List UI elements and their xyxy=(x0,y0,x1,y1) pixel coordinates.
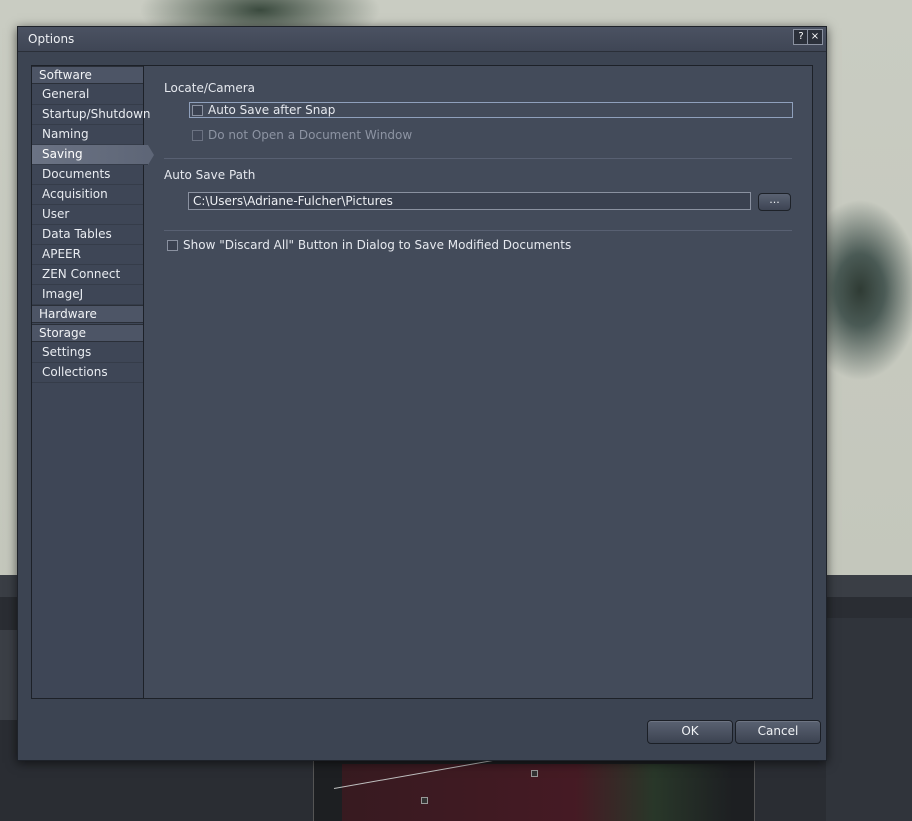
histogram-node xyxy=(421,797,428,804)
dialog-titlebar[interactable]: Options ? × xyxy=(18,27,826,52)
category-hardware[interactable]: Hardware xyxy=(32,305,143,323)
sidebar-item-saving[interactable]: Saving xyxy=(32,145,154,165)
do-not-open-document-label: Do not Open a Document Window xyxy=(208,128,413,142)
category-storage[interactable]: Storage xyxy=(32,324,143,342)
auto-save-path-input[interactable] xyxy=(188,192,751,210)
do-not-open-document-checkbox xyxy=(192,130,203,141)
options-sidebar: Software General Startup/Shutdown Naming… xyxy=(32,66,154,698)
sidebar-item-general[interactable]: General xyxy=(32,85,143,105)
sidebar-item-collections[interactable]: Collections xyxy=(32,363,143,383)
locate-camera-heading: Locate/Camera xyxy=(164,81,255,95)
background-left-panel xyxy=(0,630,18,720)
sidebar-item-zen-connect[interactable]: ZEN Connect xyxy=(32,265,143,285)
discard-all-label[interactable]: Show "Discard All" Button in Dialog to S… xyxy=(183,237,571,253)
sidebar-item-naming[interactable]: Naming xyxy=(32,125,143,145)
auto-save-after-snap-checkbox[interactable] xyxy=(192,105,203,116)
cancel-button[interactable]: Cancel xyxy=(735,720,821,744)
ok-button[interactable]: OK xyxy=(647,720,733,744)
saving-panel: Locate/Camera Auto Save after Snap Do no… xyxy=(144,66,812,698)
discard-all-checkbox[interactable] xyxy=(167,240,178,251)
category-software[interactable]: Software xyxy=(32,66,143,84)
histogram-node xyxy=(531,770,538,777)
sidebar-item-apeer[interactable]: APEER xyxy=(32,245,143,265)
separator xyxy=(164,230,792,231)
background-right-panel xyxy=(826,618,912,821)
background-histogram xyxy=(313,735,755,821)
close-button[interactable]: × xyxy=(807,29,823,45)
options-content: Software General Startup/Shutdown Naming… xyxy=(31,65,813,699)
sidebar-item-settings[interactable]: Settings xyxy=(32,343,143,363)
auto-save-path-heading: Auto Save Path xyxy=(164,168,256,182)
sidebar-item-startup-shutdown[interactable]: Startup/Shutdown xyxy=(32,105,151,125)
sidebar-item-imagej[interactable]: ImageJ xyxy=(32,285,143,305)
sidebar-item-acquisition[interactable]: Acquisition xyxy=(32,185,143,205)
sidebar-item-documents[interactable]: Documents xyxy=(32,165,143,185)
options-dialog: Options ? × Software General Startup/Shu… xyxy=(17,26,827,761)
auto-save-after-snap-label[interactable]: Auto Save after Snap xyxy=(208,102,335,118)
sidebar-item-data-tables[interactable]: Data Tables xyxy=(32,225,143,245)
browse-button[interactable]: ... xyxy=(758,193,791,211)
dialog-title: Options xyxy=(28,32,75,46)
separator xyxy=(164,158,792,159)
sidebar-item-user[interactable]: User xyxy=(32,205,143,225)
